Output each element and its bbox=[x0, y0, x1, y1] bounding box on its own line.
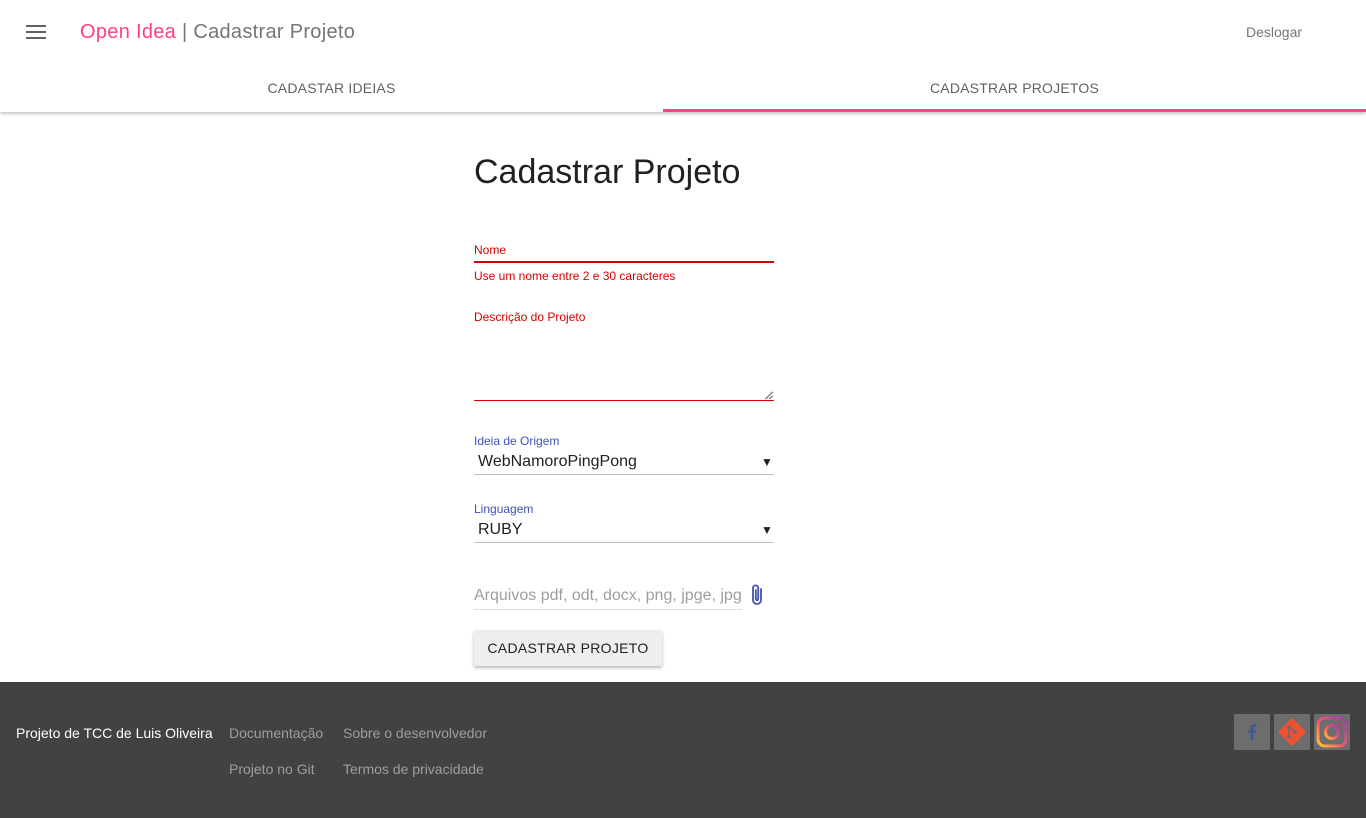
arquivos-placeholder: Arquivos pdf, odt, docx, png, jpge, jpg bbox=[474, 587, 742, 604]
dropdown-arrow-icon: ▼ bbox=[761, 455, 773, 469]
ideia-origem-label: Ideia de Origem bbox=[474, 434, 560, 448]
brand-name[interactable]: Open Idea bbox=[80, 21, 176, 43]
linguagem-label: Linguagem bbox=[474, 502, 534, 516]
linguagem-select[interactable]: RUBY ▼ bbox=[474, 517, 774, 543]
dropdown-arrow-icon: ▼ bbox=[761, 523, 773, 537]
instagram-icon[interactable] bbox=[1314, 714, 1350, 750]
page-title: Open Idea | Cadastrar Projeto bbox=[80, 20, 355, 44]
tab-cadastar-ideias[interactable]: CADASTAR IDEIAS bbox=[0, 64, 663, 112]
attach-file-icon[interactable] bbox=[748, 582, 768, 608]
ideia-origem-value: WebNamoroPingPong bbox=[478, 453, 637, 470]
tab-bar: CADASTAR IDEIAS CADASTRAR PROJETOS bbox=[0, 64, 1366, 112]
arquivos-file-input[interactable]: Arquivos pdf, odt, docx, png, jpge, jpg bbox=[474, 584, 742, 610]
linguagem-value: RUBY bbox=[478, 521, 523, 538]
logout-link[interactable]: Deslogar bbox=[1246, 24, 1302, 40]
nome-error-message: Use um nome entre 2 e 30 caracteres bbox=[474, 269, 676, 283]
form-title: Cadastrar Projeto bbox=[474, 153, 741, 191]
ideia-origem-select[interactable]: WebNamoroPingPong ▼ bbox=[474, 449, 774, 475]
footer-link-git[interactable]: Projeto no Git bbox=[229, 761, 315, 777]
footer-link-privacidade[interactable]: Termos de privacidade bbox=[343, 761, 484, 777]
facebook-icon[interactable] bbox=[1234, 714, 1270, 750]
footer-link-documentacao[interactable]: Documentação bbox=[229, 725, 323, 741]
cadastrar-projeto-button[interactable]: CADASTRAR PROJETO bbox=[474, 630, 662, 666]
git-icon[interactable] bbox=[1274, 714, 1310, 750]
footer-link-sobre[interactable]: Sobre o desenvolvedor bbox=[343, 725, 487, 741]
page-name: Cadastrar Projeto bbox=[193, 21, 356, 43]
title-separator: | bbox=[181, 21, 188, 43]
nome-underline bbox=[474, 261, 774, 263]
menu-icon[interactable] bbox=[24, 22, 48, 42]
footer-credit: Projeto de TCC de Luis Oliveira bbox=[16, 725, 213, 741]
active-tab-indicator bbox=[663, 109, 1366, 112]
app-header: Open Idea | Cadastrar Projeto Deslogar C… bbox=[0, 0, 1366, 112]
nome-label: Nome bbox=[474, 243, 507, 257]
tab-cadastrar-projetos[interactable]: CADASTRAR PROJETOS bbox=[663, 64, 1366, 112]
footer: Projeto de TCC de Luis Oliveira Document… bbox=[0, 682, 1366, 818]
descricao-textarea[interactable] bbox=[474, 330, 774, 401]
descricao-label: Descrição do Projeto bbox=[474, 310, 586, 324]
